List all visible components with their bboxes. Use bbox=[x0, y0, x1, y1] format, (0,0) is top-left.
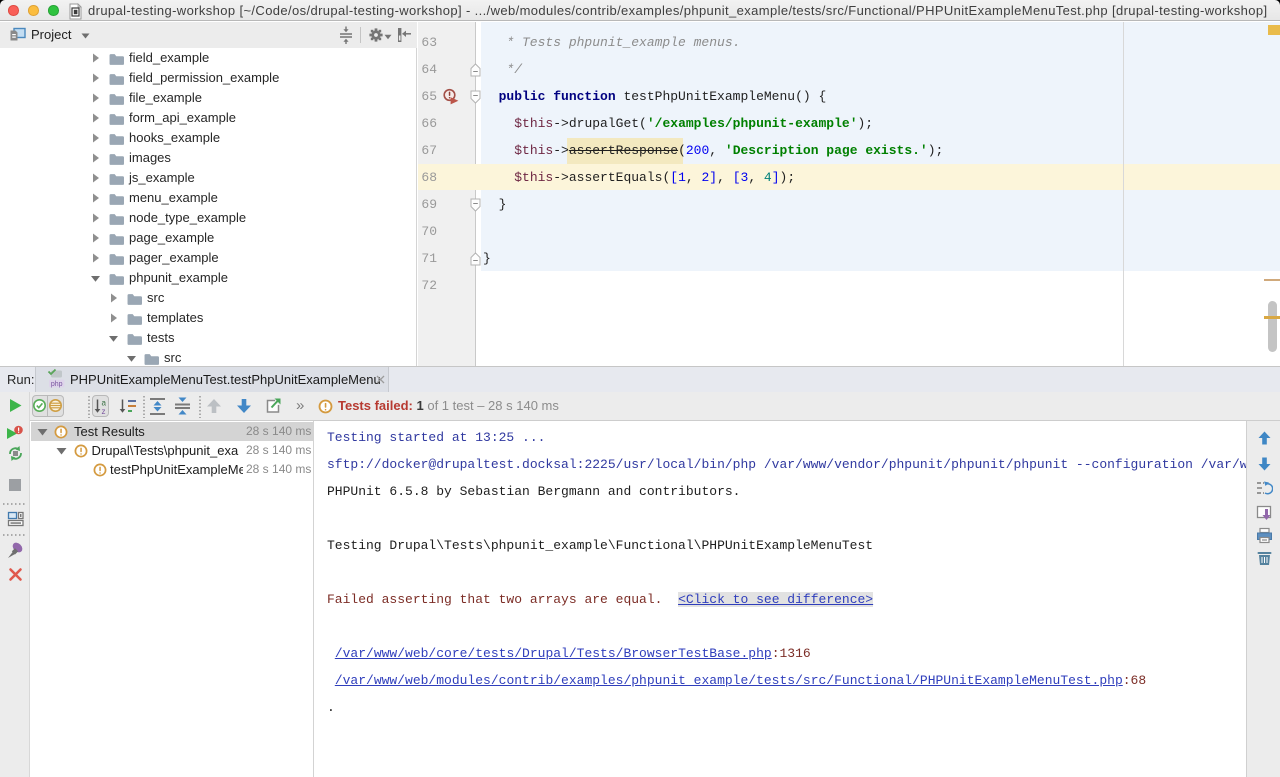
svg-text:php: php bbox=[51, 381, 63, 388]
svg-text:z: z bbox=[102, 407, 106, 415]
